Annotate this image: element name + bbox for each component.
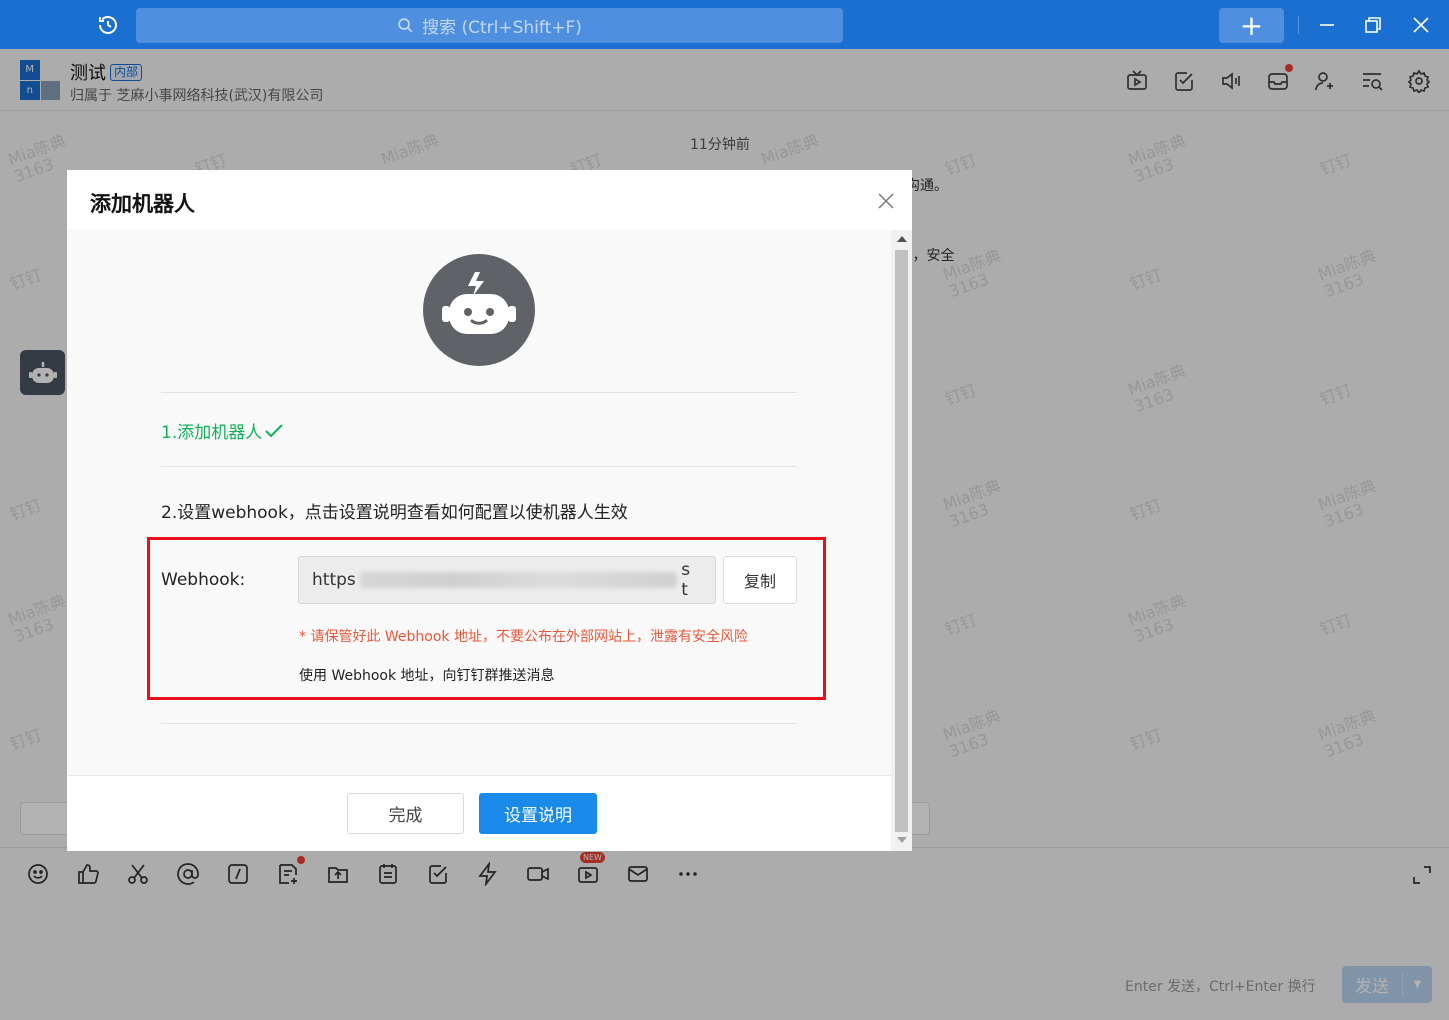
plus-icon: +: [1239, 8, 1264, 42]
divider: [161, 392, 797, 393]
dialog-title: 添加机器人: [90, 192, 195, 216]
history-icon[interactable]: [96, 13, 120, 37]
copy-button[interactable]: 复制: [723, 556, 797, 604]
done-button[interactable]: 完成: [347, 793, 464, 834]
search-placeholder: 搜索 (Ctrl+Shift+F): [422, 18, 582, 38]
minimize-icon[interactable]: [1316, 14, 1338, 36]
scroll-down-icon[interactable]: [897, 837, 907, 843]
dialog-header: 添加机器人: [67, 170, 912, 230]
search-input[interactable]: 搜索 (Ctrl+Shift+F): [136, 8, 843, 43]
divider: [161, 466, 797, 467]
divider: [1298, 16, 1299, 34]
webhook-field[interactable]: https s t: [298, 556, 716, 604]
title-bar: 搜索 (Ctrl+Shift+F) +: [0, 0, 1449, 49]
setup-instructions-button[interactable]: 设置说明: [479, 793, 597, 834]
step-1: 1.添加机器人: [161, 418, 284, 443]
webhook-suffix: s t: [681, 560, 691, 600]
step-1-label: 1.添加机器人: [161, 423, 263, 443]
check-icon: [265, 423, 283, 437]
dialog-footer: 完成 设置说明: [67, 775, 891, 851]
add-robot-dialog: 添加机器人 1.添加机器人 2.设置webhook，点击设置说明查看如何配置以使…: [67, 170, 912, 851]
webhook-usage: 使用 Webhook 地址，向钉钉群推送消息: [299, 668, 555, 684]
close-window-icon[interactable]: [1410, 14, 1432, 36]
security-warning: * 请保管好此 Webhook 地址，不要公布在外部网站上，泄露有安全风险: [299, 629, 748, 645]
scroll-up-icon[interactable]: [897, 236, 907, 242]
blurred-token: [359, 572, 678, 588]
webhook-label: Webhook:: [161, 570, 246, 590]
close-icon[interactable]: [877, 192, 895, 210]
dialog-scrollbar[interactable]: [891, 230, 912, 851]
webhook-prefix: https: [312, 570, 356, 590]
step-2: 2.设置webhook，点击设置说明查看如何配置以使机器人生效: [161, 503, 628, 523]
add-button[interactable]: +: [1219, 8, 1284, 43]
scroll-thumb[interactable]: [895, 250, 908, 832]
robot-icon: [423, 254, 535, 366]
restore-icon[interactable]: [1362, 14, 1384, 36]
search-icon: [398, 18, 413, 33]
dialog-body: 1.添加机器人 2.设置webhook，点击设置说明查看如何配置以使机器人生效 …: [67, 230, 891, 775]
divider: [161, 723, 797, 724]
